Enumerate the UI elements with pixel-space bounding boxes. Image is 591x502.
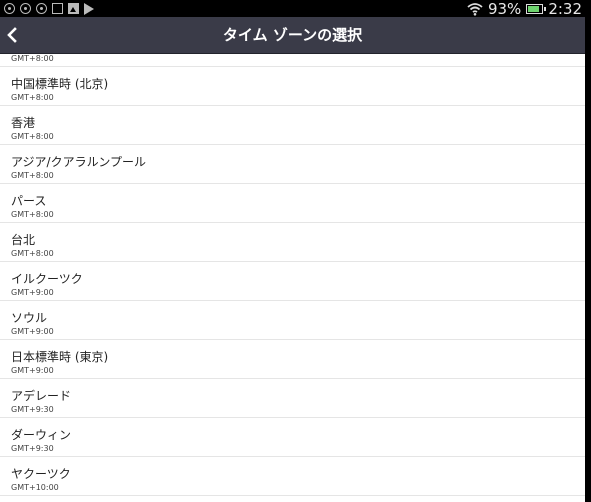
time-zone-offset: GMT+9:00 — [11, 288, 54, 297]
time-zone-name: ヤクーツク — [11, 467, 71, 481]
circle-notification-icon — [36, 3, 47, 14]
screen-share-icon — [52, 3, 63, 14]
circle-notification-icon — [20, 3, 31, 14]
time-zone-item[interactable]: 台北 GMT+8:00 — [0, 223, 585, 262]
time-zone-item[interactable]: アデレード GMT+9:30 — [0, 379, 585, 418]
time-zone-item[interactable]: 日本標準時 (東京) GMT+9:00 — [0, 340, 585, 379]
time-zone-item[interactable]: ダーウィン GMT+9:30 — [0, 418, 585, 457]
time-zone-item[interactable]: イルクーツク GMT+9:00 — [0, 262, 585, 301]
time-zone-offset: GMT+8:00 — [11, 132, 54, 141]
time-zone-offset: GMT+8:00 — [11, 210, 54, 219]
time-zone-offset: GMT+9:00 — [11, 327, 54, 336]
time-zone-item[interactable]: クラスノヤルスクGMT+8:00 — [0, 53, 585, 67]
battery-icon — [526, 3, 547, 14]
time-zone-item[interactable]: ヤクーツク GMT+10:00 — [0, 457, 585, 496]
time-zone-name: パース — [11, 194, 47, 208]
time-zone-name: 台北 — [11, 233, 36, 247]
time-zone-offset: GMT+9:30 — [11, 444, 54, 453]
time-zone-name: 香港 — [11, 116, 36, 130]
time-zone-offset: GMT+10:00 — [11, 483, 59, 492]
image-icon — [68, 3, 79, 14]
time-zone-item[interactable]: 中国標準時 (北京) GMT+8:00 — [0, 67, 585, 106]
page-title: タイム ゾーンの選択 — [222, 26, 363, 44]
circle-notification-icon — [4, 3, 15, 14]
time-zone-name: イルクーツク — [11, 272, 83, 286]
time-zone-item[interactable]: ソウル GMT+9:00 — [0, 301, 585, 340]
time-zone-offset: GMT+8:00 — [11, 54, 54, 63]
status-bar: 93% 2:32 — [0, 0, 591, 18]
battery-percent: 93% — [487, 0, 522, 18]
time-zone-offset: GMT+9:00 — [11, 366, 54, 375]
battery-fill — [528, 5, 540, 12]
time-zone-name: 中国標準時 (北京) — [11, 77, 109, 91]
time-zone-name: アジア/クアラルンプール — [11, 155, 146, 169]
notification-icons — [4, 2, 94, 15]
time-zone-offset: GMT+8:00 — [11, 171, 54, 180]
system-status: 93% 2:32 — [467, 0, 582, 18]
play-store-icon — [84, 2, 94, 15]
time-zone-item[interactable]: 香港 GMT+8:00 — [0, 106, 585, 145]
time-zone-item[interactable]: パース GMT+8:00 — [0, 184, 585, 223]
time-zone-name: ソウル — [11, 311, 48, 325]
wifi-icon — [467, 2, 483, 16]
action-bar: タイム ゾーンの選択 — [0, 17, 585, 54]
time-zone-list-content: クラスノヤルスクGMT+8:00 中国標準時 (北京) GMT+8:00 香港 GMT+… — [0, 53, 585, 496]
clock: 2:32 — [548, 0, 582, 18]
time-zone-name: アデレード — [11, 389, 72, 403]
time-zone-offset: GMT+8:00 — [11, 249, 54, 258]
time-zone-name: ダーウィン — [11, 428, 72, 442]
time-zone-offset: GMT+9:30 — [11, 405, 54, 414]
screen-edge — [585, 17, 591, 502]
time-zone-list[interactable]: クラスノヤルスクGMT+8:00 中国標準時 (北京) GMT+8:00 香港 GMT+… — [0, 53, 585, 502]
time-zone-name: 日本標準時 (東京) — [11, 350, 109, 364]
time-zone-item[interactable]: アジア/クアラルンプール GMT+8:00 — [0, 145, 585, 184]
time-zone-offset: GMT+8:00 — [11, 93, 54, 102]
